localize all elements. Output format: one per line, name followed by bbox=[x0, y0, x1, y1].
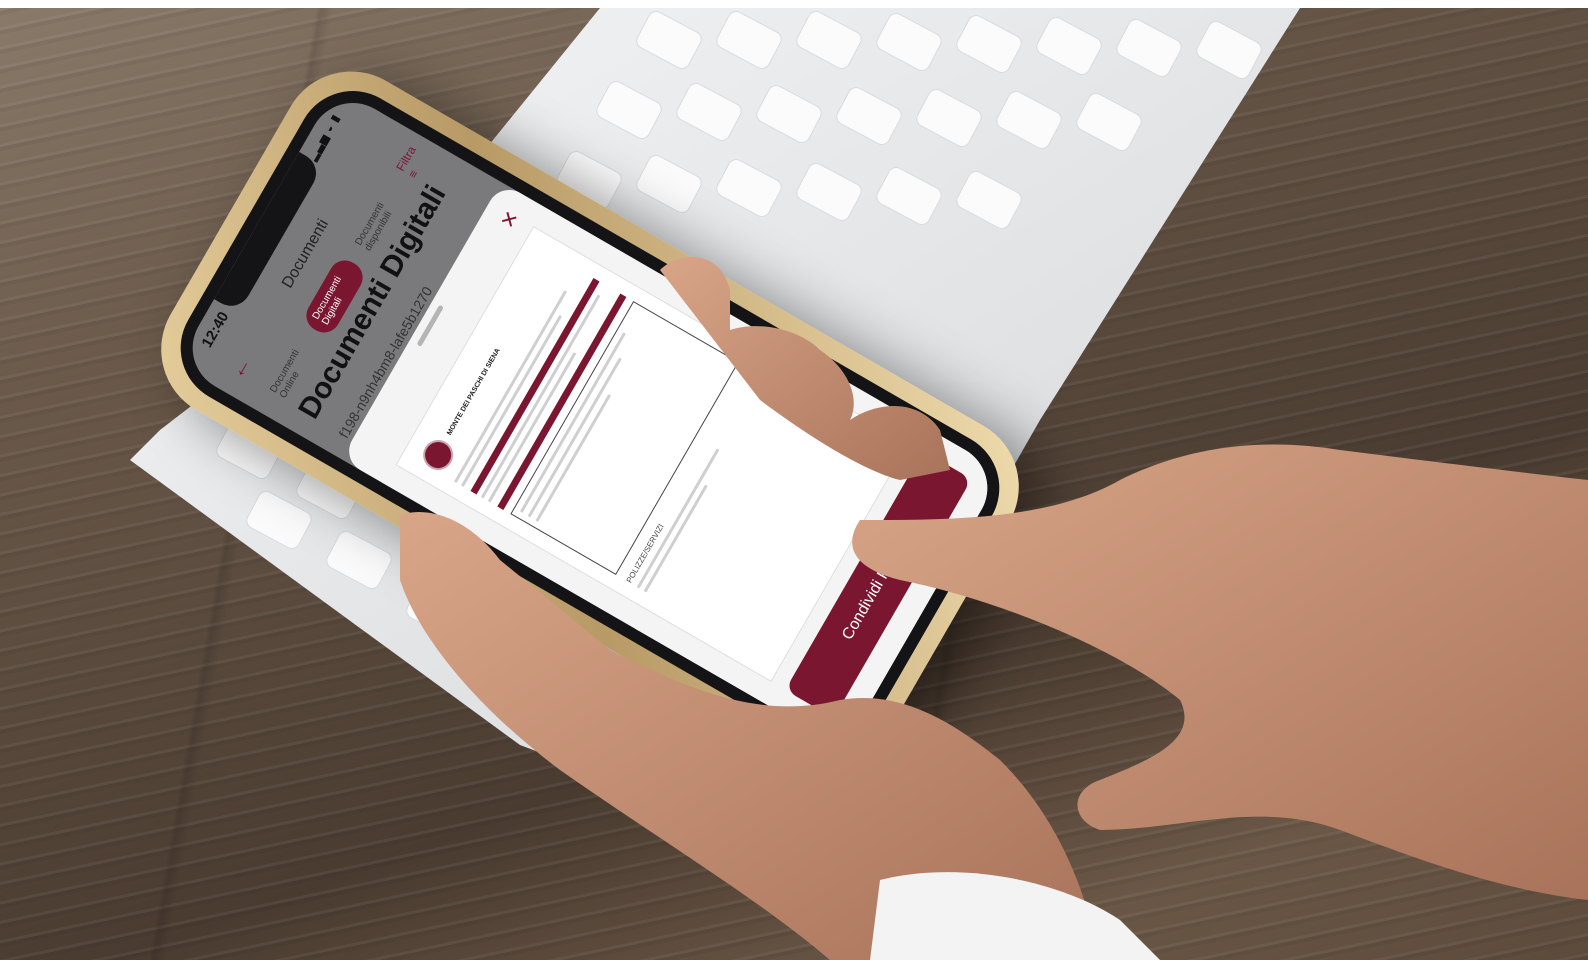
left-fingers bbox=[660, 256, 950, 480]
hands bbox=[400, 256, 1588, 960]
shirt-cuff bbox=[870, 872, 1160, 960]
photo-scene: 12:40 ▂▃▅ ◒ ▮ ← Documenti Documenti Onli… bbox=[0, 0, 1588, 960]
